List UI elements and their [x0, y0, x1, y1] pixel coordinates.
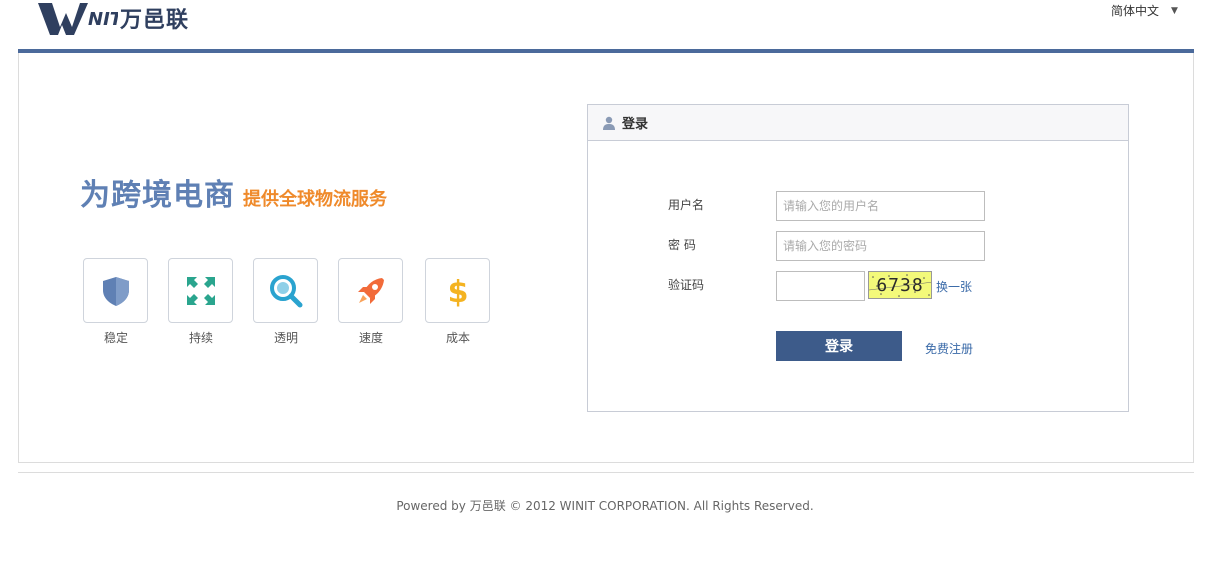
captcha-image[interactable]: 6738 [868, 271, 932, 299]
feature-icon-box [83, 258, 148, 323]
feature-cost: $ 成本 [425, 258, 491, 346]
password-label: 密 码 [668, 238, 696, 252]
feature-icon-box [168, 258, 233, 323]
captcha-input[interactable] [776, 271, 865, 301]
svg-text:$: $ [447, 275, 468, 308]
username-input[interactable] [776, 191, 985, 221]
feature-icon-box [338, 258, 403, 323]
dollar-icon: $ [447, 275, 468, 308]
footer-divider [18, 472, 1194, 473]
rocket-icon [357, 277, 384, 304]
footer-copyright: Powered by 万邑联 © 2012 WINIT CORPORATION.… [396, 499, 814, 513]
chevron-down-icon: ▼ [1171, 5, 1178, 16]
register-link[interactable]: 免费注册 [925, 340, 973, 357]
feature-icon-box [253, 258, 318, 323]
hero-slogan: 为跨境电商 提供全球物流服务 [80, 170, 387, 214]
username-label: 用户名 [668, 198, 705, 212]
feature-label: 成本 [445, 331, 470, 345]
magnifier-icon [269, 274, 302, 307]
language-label: 简体中文 [1111, 4, 1160, 18]
top-bar: NIT 万邑联 简体中文 ▼ [0, 0, 1216, 50]
password-input[interactable] [776, 231, 985, 261]
feature-transparent: 透明 [253, 258, 319, 346]
feature-label: 速度 [358, 331, 383, 345]
login-button[interactable]: 登录 [776, 331, 902, 361]
refresh-captcha-link[interactable]: 换一张 [936, 278, 972, 295]
language-selector[interactable]: 简体中文 ▼ [1111, 2, 1178, 19]
captcha-text: 6738 [876, 274, 924, 296]
svg-text:NIT: NIT [88, 9, 118, 30]
feature-label: 稳定 [103, 331, 128, 345]
feature-label: 透明 [273, 331, 298, 345]
logo-cn-text: 万邑联 [120, 8, 190, 33]
arrows-icon [186, 276, 215, 305]
feature-label: 持续 [188, 331, 213, 345]
captcha-label: 验证码 [668, 278, 705, 292]
user-icon [603, 116, 615, 130]
login-panel: 登录 用户名 密 码 验证码 6738 换一张 登录 免费注册 [587, 104, 1129, 412]
slogan-main: 为跨境电商 [80, 178, 235, 213]
feature-continuous: 持续 [168, 258, 234, 346]
feature-speed: 速度 [338, 258, 404, 346]
logo[interactable]: NIT 万邑联 [38, 0, 189, 36]
feature-icon-box: $ [425, 258, 490, 323]
feature-stable: 稳定 [83, 258, 149, 346]
login-panel-header: 登录 [588, 105, 1128, 141]
winit-logo-icon: NIT [38, 3, 118, 35]
slogan-sub: 提供全球物流服务 [243, 189, 387, 210]
login-title: 登录 [622, 117, 649, 132]
shield-icon [102, 276, 129, 306]
